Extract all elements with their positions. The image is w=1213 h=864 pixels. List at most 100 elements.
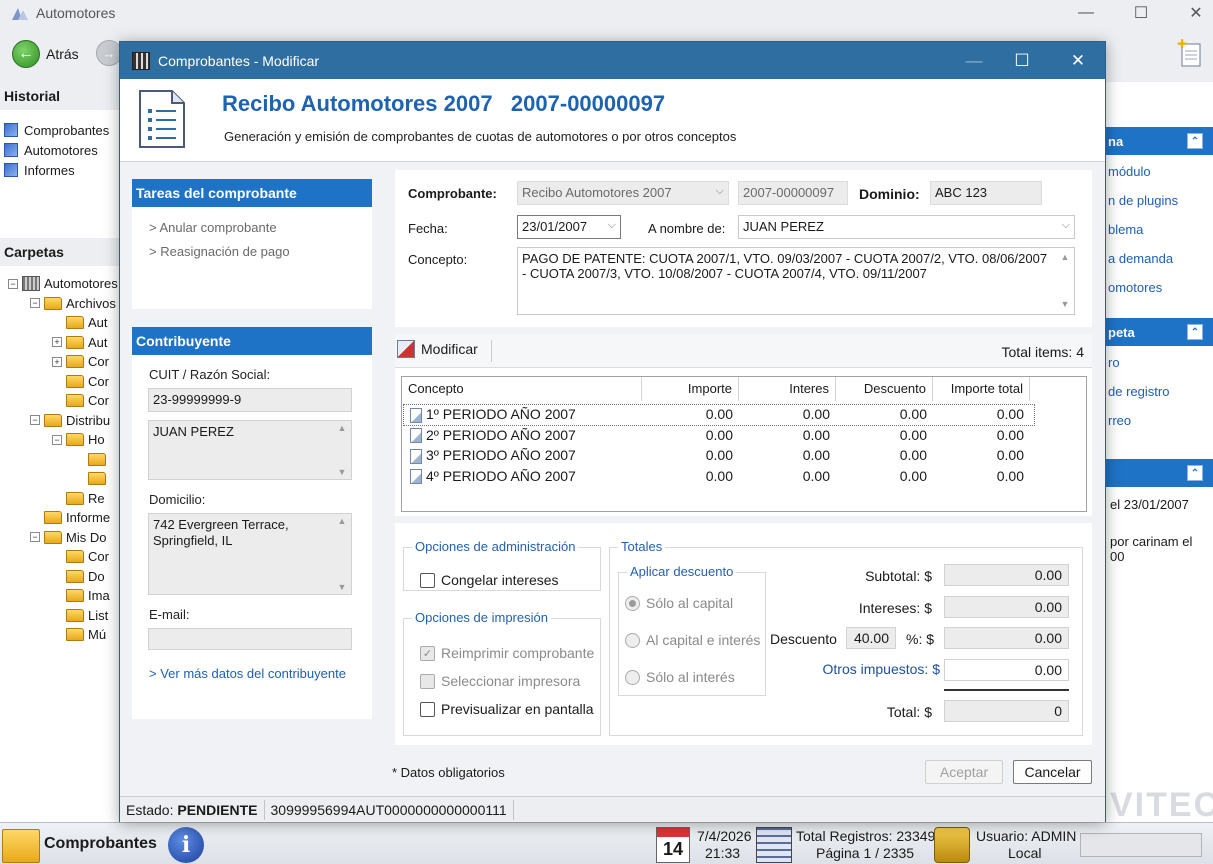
- table-row[interactable]: 4º PERIODO AÑO 2007 0.00 0.00 0.00 0.00: [404, 467, 1034, 487]
- tree-item[interactable]: − Ho: [8, 430, 119, 450]
- nombre-select[interactable]: JUAN PEREZ ⌵: [738, 215, 1075, 239]
- concepto-value: PAGO DE PATENTE: CUOTA 2007/1, VTO. 09/0…: [522, 251, 1048, 281]
- grid-header: Concepto Importe Interes Descuento Impor…: [402, 377, 1086, 401]
- info-icon[interactable]: i: [168, 827, 204, 863]
- history-item[interactable]: Comprobantes: [0, 120, 119, 140]
- previsualizar-checkbox[interactable]: Previsualizar en pantalla: [420, 701, 594, 717]
- domicilio-field[interactable]: 742 Evergreen Terrace, Springfield, IL ▲…: [148, 513, 352, 595]
- tree-item[interactable]: [8, 450, 119, 470]
- back-button[interactable]: ← Atrás: [12, 40, 79, 68]
- table-row[interactable]: 3º PERIODO AÑO 2007 0.00 0.00 0.00 0.00: [404, 446, 1034, 466]
- tree-item[interactable]: Cor: [8, 391, 119, 411]
- scrollbar[interactable]: ▲ ▼: [1058, 250, 1072, 312]
- table-row[interactable]: 1º PERIODO AÑO 2007 0.00 0.00 0.00 0.00: [403, 404, 1035, 426]
- collapse-icon[interactable]: ⌃: [1187, 133, 1203, 149]
- congelar-intereses-checkbox[interactable]: Congelar intereses: [420, 572, 559, 588]
- email-field[interactable]: [148, 628, 352, 650]
- tree-item[interactable]: − Archivos: [8, 294, 119, 314]
- document-icon: [139, 90, 185, 148]
- collapse-icon[interactable]: −: [52, 434, 62, 445]
- right-panel-link[interactable]: ro: [1106, 348, 1213, 377]
- dialog-maximize-icon[interactable]: ☐: [996, 42, 1048, 79]
- right-panel-link[interactable]: n de plugins: [1106, 186, 1213, 215]
- fecha-picker[interactable]: 23/01/2007 ⌵: [517, 215, 621, 239]
- col-descuento[interactable]: Descuento: [836, 377, 933, 401]
- new-document-icon[interactable]: ✚: [1177, 38, 1203, 68]
- tree-item[interactable]: Cor: [8, 547, 119, 567]
- collapse-icon[interactable]: −: [30, 532, 40, 543]
- pagina: Página 1 / 2335: [816, 845, 915, 861]
- check-icon: ✓: [420, 645, 435, 661]
- cancelar-button[interactable]: Cancelar: [1013, 760, 1092, 784]
- previsualizar-label: Previsualizar en pantalla: [441, 701, 594, 717]
- tree-item[interactable]: + Cor: [8, 352, 119, 372]
- tree-item[interactable]: List: [8, 606, 119, 626]
- tree-item[interactable]: Ima: [8, 586, 119, 606]
- tree-item[interactable]: Re: [8, 489, 119, 509]
- concepto-textarea[interactable]: PAGO DE PATENTE: CUOTA 2007/1, VTO. 09/0…: [517, 247, 1075, 315]
- history-item[interactable]: Informes: [0, 160, 119, 180]
- tree-item-label: Aut: [88, 315, 108, 331]
- collapse-icon[interactable]: −: [30, 415, 40, 426]
- maximize-icon[interactable]: ☐: [1121, 0, 1161, 26]
- tree-item[interactable]: Mú: [8, 625, 119, 645]
- tree-item[interactable]: − Automotores: [8, 274, 119, 294]
- history-item-label: Comprobantes: [24, 122, 110, 138]
- otros-impuestos-field[interactable]: 0.00: [944, 659, 1069, 681]
- reasignacion-pago-link[interactable]: > Reasignación de pago: [132, 239, 372, 263]
- checkbox-box: [420, 701, 435, 717]
- tree-item[interactable]: Do: [8, 567, 119, 587]
- descuento-pct-field[interactable]: 40.00: [846, 627, 896, 649]
- col-interes[interactable]: Interes: [739, 377, 836, 401]
- tree-item-label: Mis Do: [66, 529, 107, 545]
- razon-social-field[interactable]: JUAN PEREZ ▲ ▼: [148, 420, 352, 480]
- cell-text: 4º PERIODO AÑO 2007: [426, 467, 576, 484]
- tree-item[interactable]: − Distribu: [8, 411, 119, 431]
- table-cell: 0.00: [802, 406, 830, 422]
- right-panel-link[interactable]: a demanda: [1106, 244, 1213, 273]
- col-concepto[interactable]: Concepto: [402, 377, 642, 401]
- expand-icon[interactable]: +: [52, 356, 62, 367]
- scrollbar[interactable]: ▲ ▼: [335, 423, 349, 477]
- tree-item[interactable]: − Mis Do: [8, 528, 119, 548]
- tree-item[interactable]: + Aut: [8, 333, 119, 353]
- scroll-up-icon: ▲: [1060, 252, 1070, 262]
- modificar-button[interactable]: Modificar: [397, 340, 478, 358]
- total-label: Total: $: [886, 704, 932, 720]
- tree-item[interactable]: Informe: [8, 508, 119, 528]
- database-icon: [22, 276, 40, 292]
- right-panel-header-3: ⌃: [1106, 459, 1213, 487]
- right-panel-link[interactable]: rreo: [1106, 406, 1213, 435]
- aceptar-button[interactable]: Aceptar: [925, 760, 1003, 784]
- tree-item[interactable]: Cor: [8, 372, 119, 392]
- collapse-icon[interactable]: ⌃: [1187, 324, 1203, 340]
- cuit-field[interactable]: 23-99999999-9: [148, 388, 352, 412]
- col-importe[interactable]: Importe: [642, 377, 739, 401]
- col-importe-total[interactable]: Importe total: [933, 377, 1030, 401]
- left-pane: Historial Comprobantes Automotores Informe…: [0, 82, 120, 822]
- expand-icon[interactable]: +: [52, 337, 62, 348]
- right-panel-link[interactable]: blema: [1106, 215, 1213, 244]
- right-panel-link[interactable]: de registro: [1106, 377, 1213, 406]
- otros-impuestos-link[interactable]: Otros impuestos: $: [800, 661, 941, 677]
- history-item-icon: [4, 163, 18, 177]
- document-icon: [410, 407, 422, 423]
- tree-item[interactable]: [8, 469, 119, 489]
- collapse-icon[interactable]: −: [8, 278, 18, 289]
- dominio-field[interactable]: ABC 123: [930, 181, 1042, 205]
- dialog-close-icon[interactable]: ✕: [1052, 42, 1104, 79]
- table-cell: 0.00: [802, 447, 830, 463]
- close-icon[interactable]: ✕: [1176, 0, 1213, 26]
- collapse-icon[interactable]: ⌃: [1187, 465, 1203, 481]
- collapse-icon[interactable]: −: [30, 298, 40, 309]
- scrollbar[interactable]: ▲ ▼: [335, 516, 349, 592]
- right-panel-link[interactable]: omotores: [1106, 273, 1213, 302]
- tree-item[interactable]: Aut: [8, 313, 119, 333]
- folder-icon: [66, 316, 84, 330]
- history-item[interactable]: Automotores: [0, 140, 119, 160]
- anular-comprobante-link[interactable]: > Anular comprobante: [132, 215, 372, 239]
- ver-mas-datos-link[interactable]: > Ver más datos del contribuyente: [132, 666, 372, 681]
- right-panel-link[interactable]: módulo: [1106, 157, 1213, 186]
- minimize-icon[interactable]: —: [1066, 0, 1106, 26]
- table-row[interactable]: 2º PERIODO AÑO 2007 0.00 0.00 0.00 0.00: [404, 426, 1034, 446]
